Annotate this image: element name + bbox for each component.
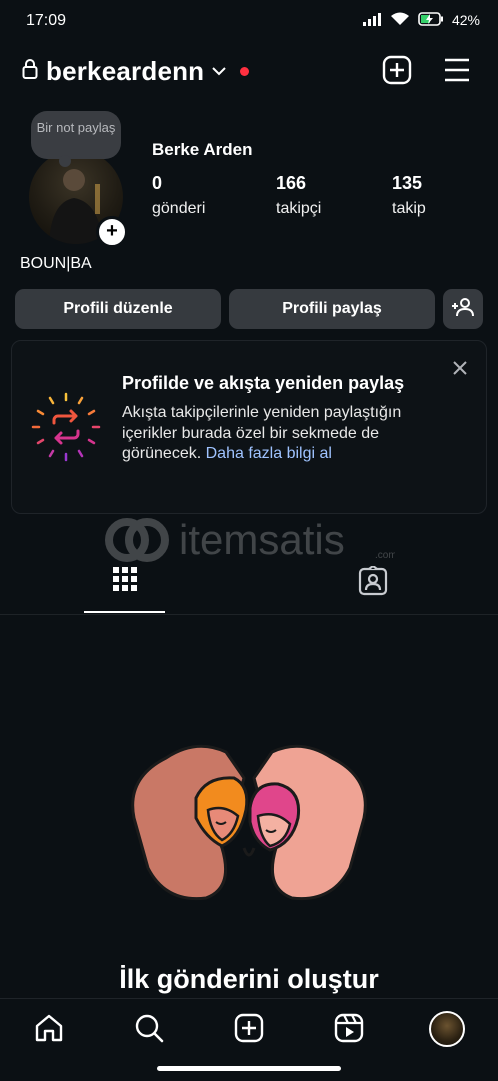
account-switcher[interactable]: berkeardenn — [22, 56, 250, 87]
add-story-icon[interactable]: + — [96, 216, 128, 248]
learn-more-link[interactable]: Daha fazla bilgi al — [206, 445, 332, 462]
battery-charging-icon — [418, 11, 444, 29]
tagged-person-icon — [358, 564, 388, 612]
svg-text:.com: .com — [375, 550, 395, 561]
search-icon — [133, 1012, 165, 1049]
create-icon — [233, 1012, 265, 1049]
stat-posts: 0 gönderi — [152, 173, 205, 218]
followers-count: 166 — [276, 173, 307, 193]
home-indicator[interactable] — [157, 1066, 341, 1071]
create-icon — [382, 55, 412, 90]
profile-header: berkeardenn — [0, 44, 498, 100]
wifi-icon — [390, 11, 410, 29]
nav-search[interactable] — [131, 1012, 167, 1048]
share-profile-button[interactable]: Profili paylaş — [229, 289, 435, 329]
tab-grid[interactable] — [84, 566, 166, 612]
watermark: itemsatis .com — [105, 514, 397, 568]
posts-label: gönderi — [152, 200, 206, 217]
create-button[interactable] — [381, 55, 413, 90]
note-bubble[interactable]: Bir not paylaş — [31, 111, 121, 167]
repost-icon — [30, 391, 102, 463]
close-icon — [449, 361, 471, 383]
battery-percent: 42% — [451, 12, 480, 28]
tab-tagged[interactable] — [332, 564, 414, 612]
nav-home[interactable] — [31, 1012, 67, 1048]
home-icon — [33, 1012, 65, 1049]
stat-followers[interactable]: 166 takipçi — [276, 173, 321, 218]
chevron-down-icon — [212, 63, 226, 81]
edit-profile-button[interactable]: Profili düzenle — [15, 289, 221, 329]
username: berkeardenn — [46, 56, 205, 86]
lock-icon — [22, 59, 38, 84]
following-label: takip — [392, 200, 426, 217]
status-icons: 42% — [362, 11, 480, 29]
grid-icon — [112, 566, 138, 597]
empty-state-illustration — [126, 738, 372, 908]
signal-icon — [362, 12, 382, 29]
repost-card-body: Akışta takipçilerinle yeniden paylaştığı… — [122, 403, 432, 465]
tabs-divider — [0, 614, 498, 615]
nav-reels[interactable] — [331, 1012, 367, 1048]
full-name: Berke Arden — [152, 140, 253, 159]
close-card-button[interactable] — [449, 357, 471, 379]
watermark-logo-icon: itemsatis .com — [105, 516, 397, 563]
empty-state-title: İlk gönderini oluştur — [119, 964, 379, 994]
status-bar: 17:09 42% — [0, 0, 498, 44]
discover-people-button[interactable] — [443, 289, 483, 329]
followers-label: takipçi — [276, 200, 322, 217]
status-time: 17:09 — [26, 12, 67, 29]
stat-following[interactable]: 135 takip — [392, 173, 426, 218]
menu-button[interactable] — [441, 56, 473, 88]
add-person-icon — [451, 297, 475, 322]
menu-icon — [443, 57, 471, 88]
repost-card-title: Profilde ve akışta yeniden paylaş — [122, 373, 405, 393]
active-tab-indicator — [84, 611, 165, 613]
notification-dot — [240, 67, 250, 76]
posts-count: 0 — [152, 173, 163, 193]
svg-text:itemsatis: itemsatis — [179, 516, 345, 563]
reels-icon — [333, 1012, 365, 1049]
bio: BOUN|BA — [20, 255, 92, 272]
nav-profile-avatar[interactable] — [429, 1011, 465, 1047]
following-count: 135 — [392, 173, 423, 193]
nav-create[interactable] — [231, 1012, 267, 1048]
